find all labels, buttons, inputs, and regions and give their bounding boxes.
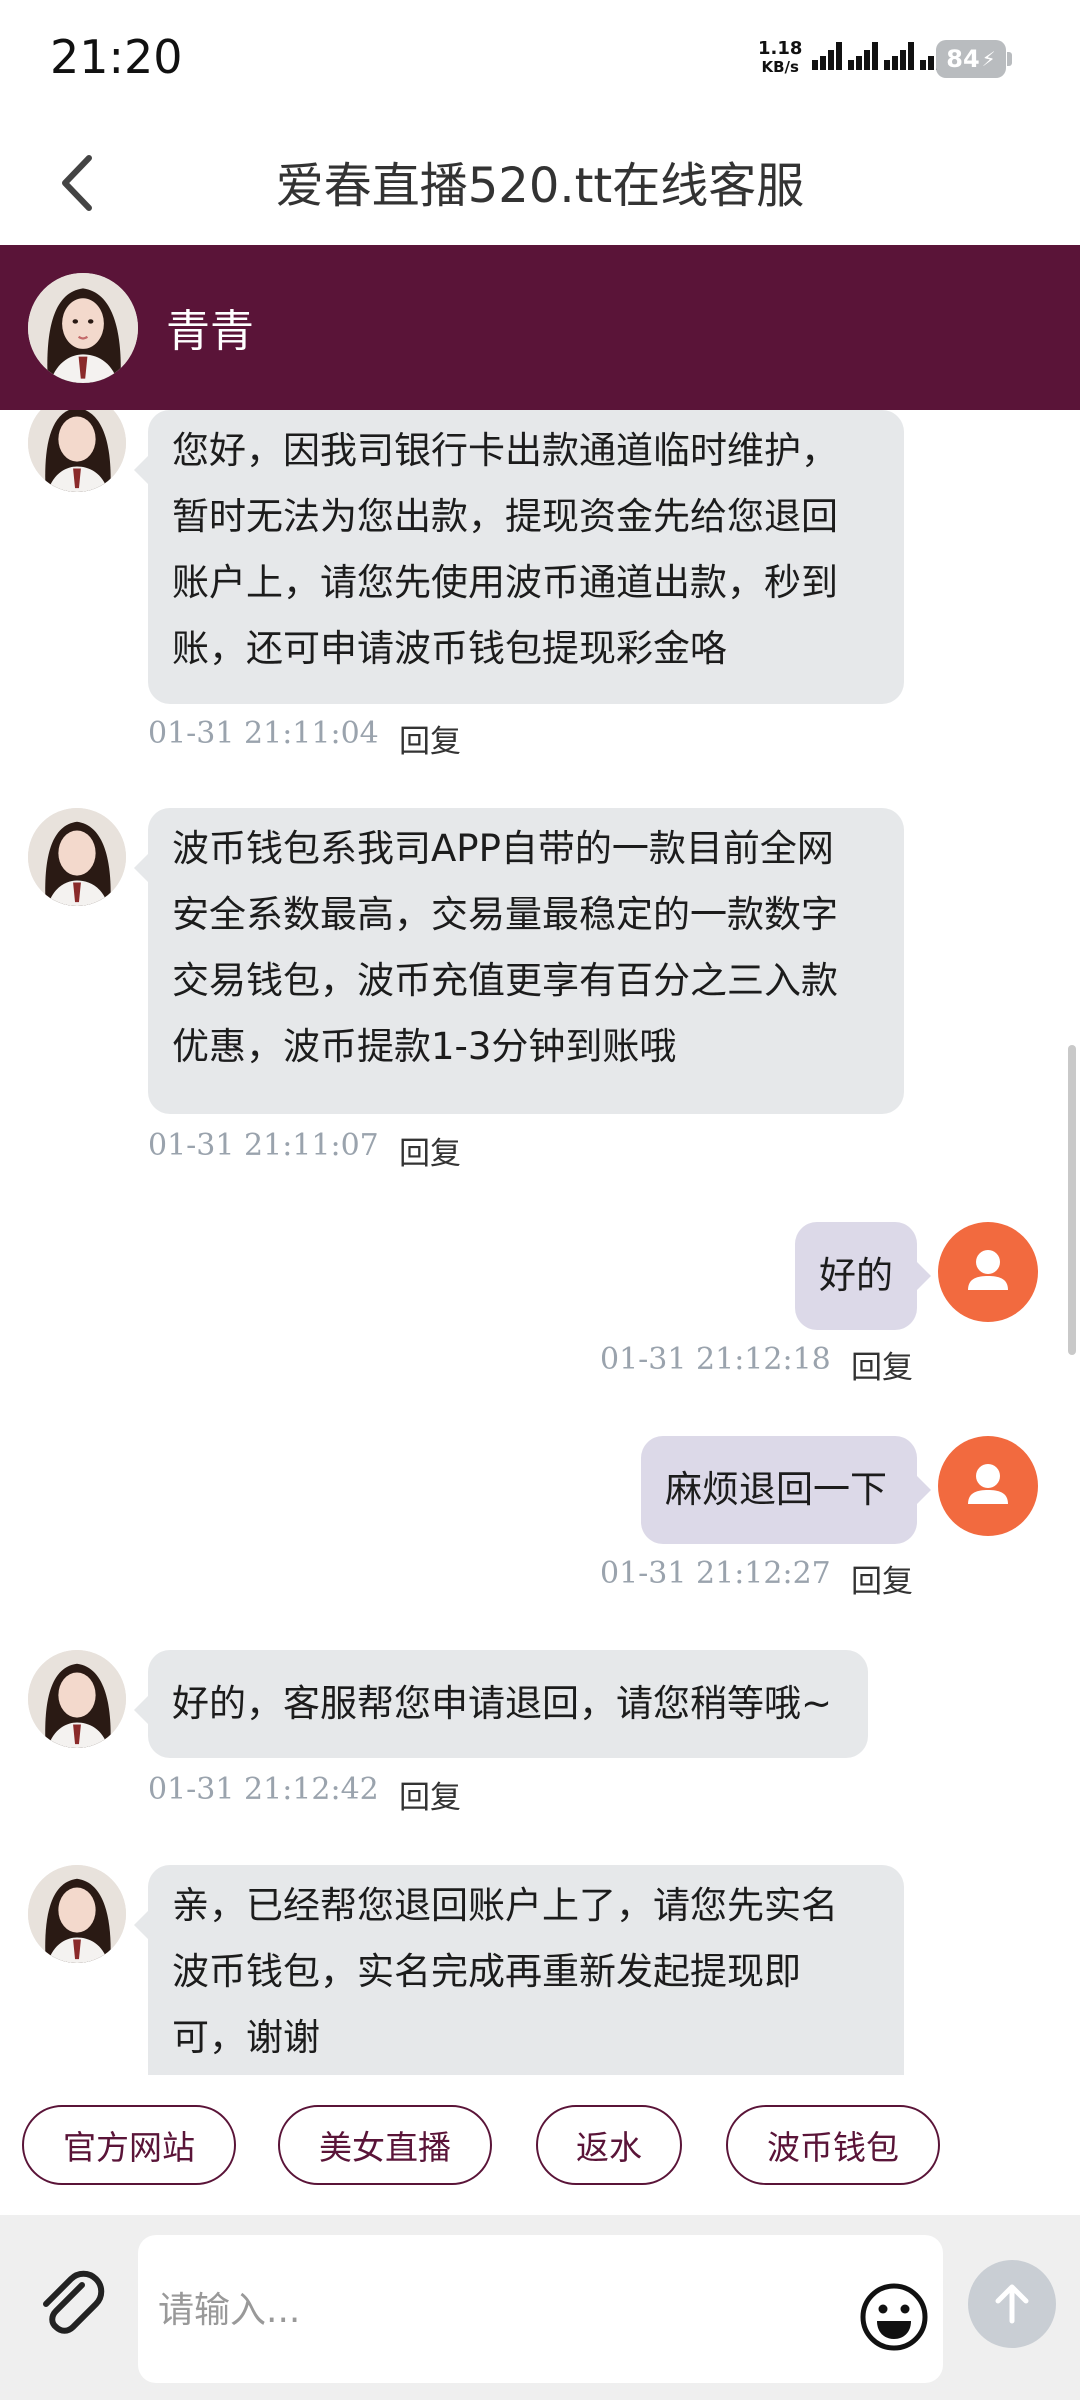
message-line: 账，还可申请波币钱包提现彩金咯	[172, 627, 727, 670]
agent-avatar	[28, 410, 126, 492]
message-bubble-incoming: 您好，因我司银行卡出款通道临时维护， 暂时无法为您出款，提现资金先给您退回 账户…	[134, 410, 904, 704]
agent-avatar	[28, 1865, 126, 1963]
message-bubble-incoming: 亲，已经帮您退回账户上了，请您先实名 波币钱包，实名完成再重新发起提现即 可，谢…	[134, 1865, 904, 2075]
message-bubble-outgoing: 好的	[795, 1222, 931, 1330]
message-time: 01-31 21:11:04	[148, 716, 379, 751]
message-line: 波币钱包，实名完成再重新发起提现即	[172, 1950, 801, 1993]
message-line: 好的，客服帮您申请退回，请您稍等哦~	[172, 1682, 833, 1725]
agent-name: 青青	[166, 306, 254, 357]
quick-reply-live-stream[interactable]: 美女直播	[278, 2105, 492, 2185]
message-line: 亲，已经帮您退回账户上了，请您先实名	[172, 1884, 838, 1927]
message-line: 账户上，请您先使用波币通道出款，秒到	[172, 561, 838, 604]
agent-header: 青青	[0, 245, 1080, 410]
user-avatar	[938, 1436, 1038, 1536]
scrollbar-thumb[interactable]	[1068, 1045, 1076, 1355]
battery-icon: 84 ⚡	[936, 40, 1006, 78]
message-bubble-incoming: 好的，客服帮您申请退回，请您稍等哦~	[134, 1650, 868, 1758]
message-line: 可，谢谢	[172, 2016, 320, 2059]
reply-button[interactable]: 回复	[399, 716, 461, 761]
quick-reply-wallet[interactable]: 波币钱包	[726, 2105, 940, 2185]
message-time: 01-31 21:12:18	[600, 1342, 831, 1377]
message-line: 安全系数最高，交易量最稳定的一款数字	[172, 893, 838, 936]
page-title: 爱春直播520.tt在线客服	[275, 158, 805, 214]
agent-avatar	[28, 1650, 126, 1748]
reply-button[interactable]: 回复	[851, 1556, 913, 1601]
network-speed: 1.18 KB/s	[758, 38, 803, 77]
paperclip-icon[interactable]	[30, 2263, 110, 2343]
agent-avatar	[28, 273, 138, 383]
message-list[interactable]: 您好，因我司银行卡出款通道临时维护， 暂时无法为您出款，提现资金先给您退回 账户…	[0, 410, 1064, 2075]
message-input[interactable]	[158, 2275, 778, 2345]
quick-reply-official-site[interactable]: 官方网站	[22, 2105, 236, 2185]
user-avatar	[938, 1222, 1038, 1322]
message-time: 01-31 21:11:07	[148, 1128, 379, 1163]
message-bubble-outgoing: 麻烦退回一下	[641, 1436, 931, 1544]
status-bar: 21:20 1.18 KB/s 84 ⚡	[0, 0, 1080, 120]
title-bar: 爱春直播520.tt在线客服	[0, 120, 1080, 245]
network-speed-value: 1.18	[758, 38, 803, 59]
message-line: 交易钱包，波币充值更享有百分之三入款	[172, 959, 838, 1002]
scrollbar[interactable]	[1068, 410, 1076, 2075]
quick-reply-bar: 官方网站 美女直播 返水 波币钱包	[0, 2075, 1080, 2215]
message-line: 您好，因我司银行卡出款通道临时维护，	[172, 429, 838, 472]
message-line: 好的	[819, 1254, 893, 1297]
message-line: 波币钱包系我司APP自带的一款目前全网	[172, 827, 834, 870]
message-time: 01-31 21:12:42	[148, 1772, 379, 1807]
agent-avatar	[28, 808, 126, 906]
reply-button[interactable]: 回复	[399, 1772, 461, 1817]
battery-level: 84	[946, 45, 980, 73]
message-time: 01-31 21:12:27	[600, 1556, 831, 1591]
reply-button[interactable]: 回复	[851, 1342, 913, 1387]
message-line: 麻烦退回一下	[665, 1468, 887, 1511]
status-time: 21:20	[50, 30, 183, 84]
smiley-icon[interactable]	[858, 2281, 930, 2353]
network-speed-unit: KB/s	[761, 58, 799, 76]
reply-button[interactable]: 回复	[399, 1128, 461, 1173]
quick-reply-rebate[interactable]: 返水	[536, 2105, 682, 2185]
input-bar	[0, 2215, 1080, 2400]
message-line: 暂时无法为您出款，提现资金先给您退回	[172, 495, 838, 538]
message-line: 优惠，波币提款1-3分钟到账哦	[172, 1025, 677, 1068]
message-input-box[interactable]	[138, 2235, 943, 2383]
battery-tip	[1007, 52, 1012, 66]
arrow-up-icon[interactable]	[968, 2260, 1056, 2348]
message-bubble-incoming: 波币钱包系我司APP自带的一款目前全网 安全系数最高，交易量最稳定的一款数字 交…	[134, 808, 904, 1114]
signal-icon	[812, 42, 950, 70]
